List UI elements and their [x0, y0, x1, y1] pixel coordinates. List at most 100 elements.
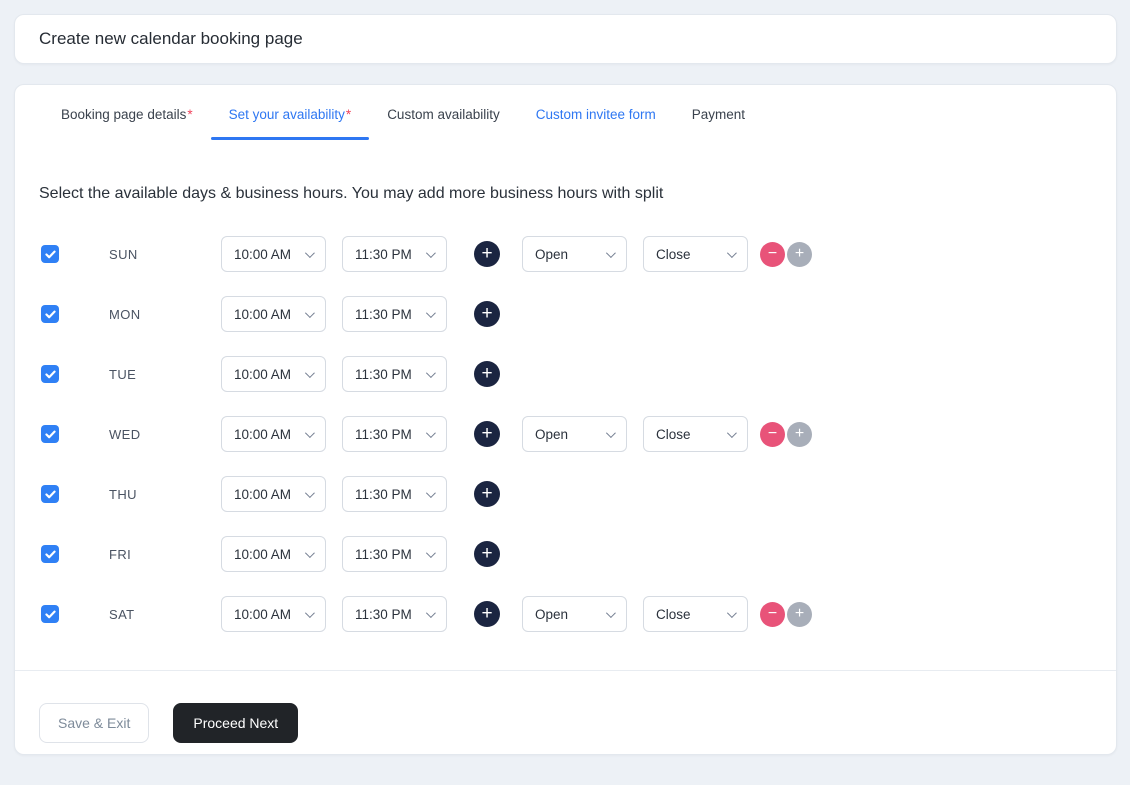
- day-label: SAT: [109, 607, 181, 622]
- remove-split-button[interactable]: −: [760, 602, 785, 627]
- checkmark-icon: [45, 610, 56, 619]
- remove-split-button[interactable]: −: [760, 422, 785, 447]
- day-label: FRI: [109, 547, 181, 562]
- day-label: MON: [109, 307, 181, 322]
- split-hours-group: Open Close − +: [500, 236, 812, 272]
- chevron-down-icon: [727, 248, 737, 258]
- tab-custom-invitee-form[interactable]: Custom invitee form: [518, 107, 674, 135]
- day-checkbox[interactable]: [41, 545, 59, 563]
- start-time-select[interactable]: 10:00 AM: [221, 476, 326, 512]
- chevron-down-icon: [606, 248, 616, 258]
- day-availability-row: THU 10:00 AM 11:30 PM +: [15, 464, 1116, 524]
- remove-split-button[interactable]: −: [760, 242, 785, 267]
- end-time-select[interactable]: 11:30 PM: [342, 476, 447, 512]
- chevron-down-icon: [426, 548, 436, 558]
- day-label: SUN: [109, 247, 181, 262]
- start-time-value: 10:00 AM: [234, 427, 291, 442]
- start-time-select[interactable]: 10:00 AM: [221, 296, 326, 332]
- chevron-down-icon: [305, 548, 315, 558]
- start-time-select[interactable]: 10:00 AM: [221, 356, 326, 392]
- split-close-select[interactable]: Close: [643, 416, 748, 452]
- page-title: Create new calendar booking page: [39, 29, 303, 49]
- chevron-down-icon: [426, 608, 436, 618]
- start-time-value: 10:00 AM: [234, 247, 291, 262]
- chevron-down-icon: [305, 248, 315, 258]
- split-close-value: Close: [656, 427, 691, 442]
- chevron-down-icon: [305, 308, 315, 318]
- add-split-button[interactable]: +: [474, 601, 500, 627]
- start-time-value: 10:00 AM: [234, 367, 291, 382]
- chevron-down-icon: [426, 428, 436, 438]
- chevron-down-icon: [426, 248, 436, 258]
- end-time-select[interactable]: 11:30 PM: [342, 296, 447, 332]
- tab-label: Custom invitee form: [536, 107, 656, 122]
- chevron-down-icon: [426, 368, 436, 378]
- tab-set-your-availability[interactable]: Set your availability *: [211, 107, 370, 135]
- end-time-value: 11:30 PM: [355, 367, 412, 382]
- booking-setup-card: Booking page details * Set your availabi…: [14, 84, 1117, 755]
- split-open-select[interactable]: Open: [522, 596, 627, 632]
- end-time-value: 11:30 PM: [355, 307, 412, 322]
- split-open-value: Open: [535, 247, 568, 262]
- tab-payment[interactable]: Payment: [674, 107, 763, 135]
- checkmark-icon: [45, 490, 56, 499]
- tab-label: Booking page details: [61, 107, 186, 122]
- split-open-select[interactable]: Open: [522, 416, 627, 452]
- add-split-button[interactable]: +: [474, 301, 500, 327]
- end-time-select[interactable]: 11:30 PM: [342, 596, 447, 632]
- start-time-select[interactable]: 10:00 AM: [221, 596, 326, 632]
- start-time-select[interactable]: 10:00 AM: [221, 536, 326, 572]
- split-close-select[interactable]: Close: [643, 596, 748, 632]
- start-time-value: 10:00 AM: [234, 607, 291, 622]
- day-availability-row: SAT 10:00 AM 11:30 PM + Open Close −: [15, 584, 1116, 644]
- plus-icon: +: [481, 244, 492, 263]
- chevron-down-icon: [305, 608, 315, 618]
- footer-divider: [15, 670, 1116, 671]
- split-close-select[interactable]: Close: [643, 236, 748, 272]
- minus-icon: −: [768, 426, 777, 442]
- day-label: WED: [109, 427, 181, 442]
- availability-instruction: Select the available days & business hou…: [39, 183, 1116, 205]
- end-time-select[interactable]: 11:30 PM: [342, 416, 447, 452]
- add-split-button[interactable]: +: [474, 481, 500, 507]
- add-split-button[interactable]: +: [474, 421, 500, 447]
- save-exit-button[interactable]: Save & Exit: [39, 703, 149, 743]
- add-more-split-button[interactable]: +: [787, 422, 812, 447]
- end-time-select[interactable]: 11:30 PM: [342, 356, 447, 392]
- split-close-value: Close: [656, 607, 691, 622]
- split-open-select[interactable]: Open: [522, 236, 627, 272]
- day-checkbox[interactable]: [41, 245, 59, 263]
- tab-custom-availability[interactable]: Custom availability: [369, 107, 518, 135]
- start-time-select[interactable]: 10:00 AM: [221, 416, 326, 452]
- proceed-next-button[interactable]: Proceed Next: [173, 703, 298, 743]
- end-time-value: 11:30 PM: [355, 427, 412, 442]
- tab-label: Payment: [692, 107, 745, 122]
- day-checkbox[interactable]: [41, 305, 59, 323]
- chevron-down-icon: [305, 488, 315, 498]
- required-asterisk: *: [187, 107, 192, 122]
- split-hours-group: Open Close − +: [500, 596, 812, 632]
- day-checkbox[interactable]: [41, 605, 59, 623]
- add-more-split-button[interactable]: +: [787, 602, 812, 627]
- add-split-button[interactable]: +: [474, 541, 500, 567]
- end-time-value: 11:30 PM: [355, 247, 412, 262]
- day-availability-row: SUN 10:00 AM 11:30 PM + Open Close −: [15, 224, 1116, 284]
- checkmark-icon: [45, 430, 56, 439]
- plus-icon: +: [481, 484, 492, 503]
- tab-booking-page-details[interactable]: Booking page details *: [43, 107, 211, 135]
- chevron-down-icon: [426, 308, 436, 318]
- day-checkbox[interactable]: [41, 425, 59, 443]
- plus-icon: +: [481, 604, 492, 623]
- add-more-split-button[interactable]: +: [787, 242, 812, 267]
- chevron-down-icon: [727, 428, 737, 438]
- day-checkbox[interactable]: [41, 365, 59, 383]
- end-time-select[interactable]: 11:30 PM: [342, 236, 447, 272]
- split-open-value: Open: [535, 607, 568, 622]
- end-time-select[interactable]: 11:30 PM: [342, 536, 447, 572]
- add-split-button[interactable]: +: [474, 361, 500, 387]
- start-time-select[interactable]: 10:00 AM: [221, 236, 326, 272]
- add-split-button[interactable]: +: [474, 241, 500, 267]
- end-time-value: 11:30 PM: [355, 547, 412, 562]
- day-checkbox[interactable]: [41, 485, 59, 503]
- chevron-down-icon: [606, 428, 616, 438]
